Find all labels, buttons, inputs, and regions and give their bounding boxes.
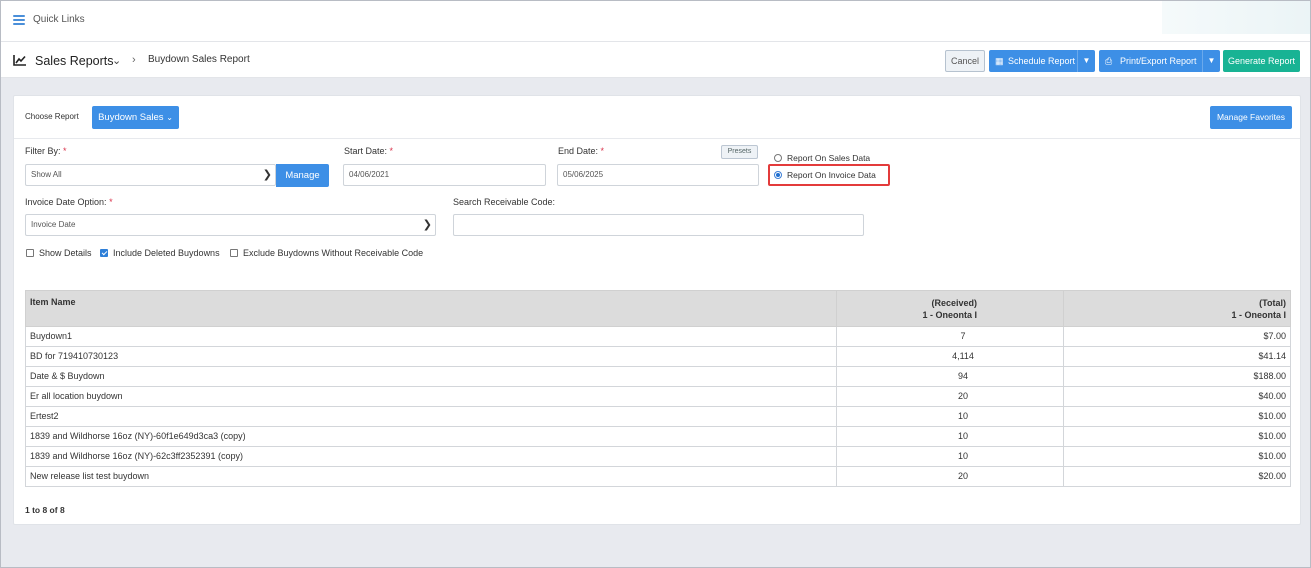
total-header-line2: 1 - Oneonta I (1231, 310, 1286, 320)
checkbox[interactable] (230, 248, 238, 257)
printer-icon: ⎙ (1105, 56, 1113, 66)
column-header-total[interactable]: (Total) 1 - Oneonta I (1063, 290, 1291, 327)
cell-item-name: New release list test buydown (25, 466, 837, 487)
filter-by-value: Show All (31, 170, 62, 179)
schedule-report-label: Schedule Report (1008, 56, 1076, 66)
cell-received: 20 (836, 386, 1064, 407)
cell-total: $20.00 (1063, 466, 1291, 487)
search-receivable-label: Search Receivable Code: (453, 197, 556, 207)
filter-by-label: Filter By: * (25, 146, 67, 156)
cell-total: $40.00 (1063, 386, 1291, 407)
chevron-down-icon[interactable]: ⌄ (112, 54, 121, 67)
cell-total: $10.00 (1063, 406, 1291, 427)
search-receivable-input[interactable] (453, 214, 864, 236)
schedule-report-button[interactable]: ▦ Schedule Report ▼ (989, 50, 1095, 72)
start-date-input[interactable]: 04/06/2021 (343, 164, 546, 186)
cell-item-name: Ertest2 (25, 406, 837, 427)
pagination-summary: 1 to 8 of 8 (25, 505, 65, 515)
chevron-right-icon: › (132, 54, 136, 66)
cell-received: 10 (836, 446, 1064, 467)
cell-item-name: Er all location buydown (25, 386, 837, 407)
table-row[interactable]: New release list test buydown 20 $20.00 (25, 466, 1291, 487)
cell-received: 4,114 (836, 346, 1064, 367)
print-export-label: Print/Export Report (1120, 56, 1197, 66)
cell-total: $10.00 (1063, 426, 1291, 447)
generate-report-button[interactable]: Generate Report (1223, 50, 1300, 72)
table-row[interactable]: 1839 and Wildhorse 16oz (NY)-62c3ff23523… (25, 446, 1291, 467)
choose-report-value: Buydown Sales (98, 112, 164, 123)
show-details-checkbox[interactable]: Show Details (26, 247, 92, 259)
filter-by-select[interactable]: Show All ❯ (25, 164, 276, 186)
table-body: Buydown1 7 $7.00 BD for 719410730123 4,114 $4… (25, 326, 1291, 487)
column-header-item-name[interactable]: Item Name (25, 290, 837, 327)
results-table: Item Name (Received) 1 - Oneonta I (Tota… (25, 290, 1291, 487)
hamburger-icon[interactable] (13, 15, 25, 25)
app-frame: Quick Links Sales Reports ⌄ › Buydown Sa… (0, 0, 1311, 568)
table-row[interactable]: Date & $ Buydown 94 $188.00 (25, 366, 1291, 387)
checkbox-checked[interactable] (100, 248, 108, 257)
cell-received: 10 (836, 406, 1064, 427)
report-card: Choose Report Buydown Sales ⌄ Manage Fav… (13, 95, 1301, 525)
cell-total: $41.14 (1063, 346, 1291, 367)
highlight-box (768, 164, 890, 186)
invoice-date-option-label: Invoice Date Option: * (25, 197, 113, 207)
manage-button[interactable]: Manage (276, 164, 329, 187)
table-row[interactable]: Buydown1 7 $7.00 (25, 326, 1291, 347)
cell-total: $188.00 (1063, 366, 1291, 387)
exclude-without-code-label: Exclude Buydowns Without Receivable Code (243, 248, 424, 258)
table-row[interactable]: Er all location buydown 20 $40.00 (25, 386, 1291, 407)
invoice-date-option-value: Invoice Date (31, 220, 76, 229)
schedule-dropdown-chevron-icon[interactable]: ▼ (1077, 50, 1095, 72)
exclude-without-code-checkbox[interactable]: Exclude Buydowns Without Receivable Code (230, 247, 423, 259)
quick-links-label[interactable]: Quick Links (33, 14, 85, 25)
column-header-received[interactable]: (Received) 1 - Oneonta I (836, 290, 1064, 327)
print-dropdown-chevron-icon[interactable]: ▼ (1202, 50, 1220, 72)
chevron-down-icon: ❯ (422, 219, 432, 231)
choose-report-dropdown[interactable]: Buydown Sales ⌄ (92, 106, 179, 129)
choose-report-label: Choose Report (25, 112, 79, 121)
cell-item-name: 1839 and Wildhorse 16oz (NY)-60f1e649d3c… (25, 426, 837, 447)
line-chart-icon (13, 55, 26, 66)
page-header: Sales Reports ⌄ › Buydown Sales Report C… (1, 42, 1310, 78)
cell-item-name: BD for 719410730123 (25, 346, 837, 367)
cell-received: 10 (836, 426, 1064, 447)
total-header-line1: (Total) (1259, 298, 1286, 308)
presets-button[interactable]: Presets (721, 145, 758, 159)
cancel-button[interactable]: Cancel (945, 50, 985, 72)
table-row[interactable]: Ertest2 10 $10.00 (25, 406, 1291, 427)
end-date-label: End Date: * (558, 146, 605, 156)
start-date-label: Start Date: * (344, 146, 394, 156)
manage-favorites-button[interactable]: Manage Favorites (1210, 106, 1292, 129)
invoice-date-option-select[interactable]: Invoice Date ❯ (25, 214, 436, 236)
report-picker-bar: Choose Report Buydown Sales ⌄ Manage Fav… (14, 96, 1300, 139)
calendar-icon: ▦ (995, 56, 1004, 66)
radio-sales-label: Report On Sales Data (787, 153, 871, 163)
cell-received: 94 (836, 366, 1064, 387)
cell-received: 7 (836, 326, 1064, 347)
end-date-input[interactable]: 05/06/2025 (557, 164, 759, 186)
cell-item-name: Date & $ Buydown (25, 366, 837, 387)
quick-links-bar: Quick Links (1, 1, 1310, 42)
cell-total: $7.00 (1063, 326, 1291, 347)
cell-item-name: 1839 and Wildhorse 16oz (NY)-62c3ff23523… (25, 446, 837, 467)
include-deleted-checkbox[interactable]: Include Deleted Buydowns (100, 247, 220, 259)
include-deleted-label: Include Deleted Buydowns (113, 248, 220, 258)
table-header-row: Item Name (Received) 1 - Oneonta I (Tota… (25, 290, 1291, 327)
chevron-down-icon: ⌄ (166, 113, 173, 122)
print-export-button[interactable]: ⎙ Print/Export Report ▼ (1099, 50, 1220, 72)
received-header-line1: (Received) (931, 298, 977, 308)
chevron-down-icon: ❯ (262, 169, 272, 181)
radio-button[interactable] (774, 153, 782, 162)
cell-received: 20 (836, 466, 1064, 487)
received-header-line2: 1 - Oneonta I (922, 310, 977, 320)
quick-links-fade (1162, 1, 1310, 34)
table-row[interactable]: BD for 719410730123 4,114 $41.14 (25, 346, 1291, 367)
table-row[interactable]: 1839 and Wildhorse 16oz (NY)-60f1e649d3c… (25, 426, 1291, 447)
page-title[interactable]: Sales Reports (35, 54, 114, 68)
show-details-label: Show Details (39, 248, 92, 258)
breadcrumb: Buydown Sales Report (148, 54, 250, 65)
cell-total: $10.00 (1063, 446, 1291, 467)
checkbox[interactable] (26, 248, 34, 257)
cell-item-name: Buydown1 (25, 326, 837, 347)
